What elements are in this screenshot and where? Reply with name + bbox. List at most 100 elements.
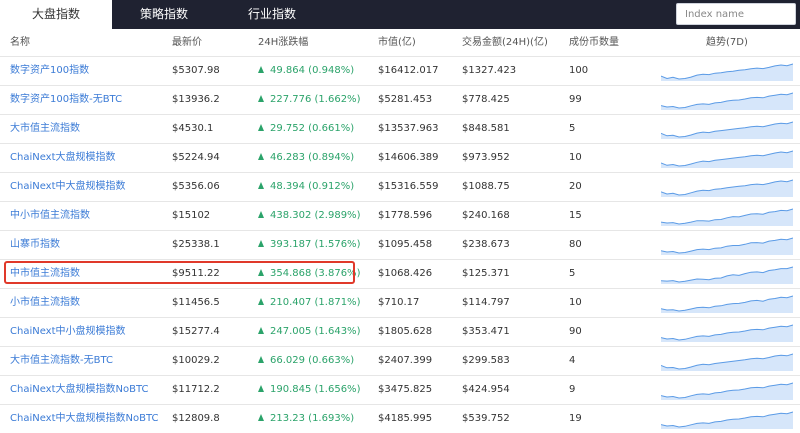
tab-strategy-index[interactable]: 策略指数 [112,0,216,29]
up-arrow-icon [258,385,264,392]
trading-volume-24h: $238.673 [462,239,510,250]
trend-sparkline [661,353,793,371]
table-row[interactable]: 山寨币指数 $25338.1 393.187 (1.576%) $1095.458 $2… [0,231,800,260]
change-24h-value: 227.776 (1.662%) [270,94,361,105]
change-24h: 49.864 (0.948%) [258,57,354,85]
column-header-trend: 趋势(7D) [706,37,748,48]
trading-volume-24h: $240.168 [462,210,510,221]
index-name-link[interactable]: 大市值主流指数-无BTC [10,347,113,375]
latest-price: $11712.2 [172,384,220,395]
change-24h-value: 438.302 (2.989%) [270,210,361,221]
table-row[interactable]: ChaiNext中小盘规模指数 $15277.4 247.005 (1.643%) $… [0,318,800,347]
index-name-link[interactable]: 中小市值主流指数 [10,202,90,230]
change-24h: 213.23 (1.693%) [258,405,354,433]
index-name-link[interactable]: 数字资产100指数-无BTC [10,86,122,114]
table-row[interactable]: 数字资产100指数-无BTC $13936.2 227.776 (1.662%) $5… [0,86,800,115]
table-row[interactable]: ChaiNext中大盘规模指数 $5356.06 48.394 (0.912%) $1… [0,173,800,202]
trading-volume-24h: $114.797 [462,297,510,308]
latest-price: $4530.1 [172,123,214,134]
trading-volume-24h: $1327.423 [462,65,517,76]
market-cap: $5281.453 [378,94,433,105]
table-row[interactable]: 大市值主流指数 $4530.1 29.752 (0.661%) $13537.963 $… [0,115,800,144]
market-cap: $15316.559 [378,181,439,192]
up-arrow-icon [258,211,264,218]
column-header-change[interactable]: 24H涨跌幅 [258,29,308,57]
index-name-link[interactable]: 大市值主流指数 [10,115,80,143]
change-24h: 227.776 (1.662%) [258,86,360,114]
market-cap: $3475.825 [378,384,433,395]
column-header-constituent-count[interactable]: 成份币数量 [569,29,619,57]
change-24h: 247.005 (1.643%) [258,318,360,346]
trading-volume-24h: $848.581 [462,123,510,134]
column-header-volume[interactable]: 交易金额(24H)(亿) [462,29,548,57]
up-arrow-icon [258,95,264,102]
latest-price: $25338.1 [172,239,220,250]
change-24h: 393.187 (1.576%) [258,231,360,259]
change-24h-value: 393.187 (1.576%) [270,239,361,250]
constituent-count: 99 [569,94,582,105]
index-name-link[interactable]: ChaiNext大盘规模指数 [10,144,116,172]
index-name-link[interactable]: ChaiNext中大盘规模指数 [10,173,126,201]
trend-sparkline [661,208,793,226]
column-header-name[interactable]: 名称 [10,29,30,57]
change-24h-value: 48.394 (0.912%) [270,181,355,192]
change-24h-value: 247.005 (1.643%) [270,326,361,337]
change-24h: 190.845 (1.656%) [258,376,360,404]
table-row[interactable]: ChaiNext中大盘规模指数NoBTC $12809.8 213.23 (1.69… [0,405,800,433]
tab-market-index[interactable]: 大盘指数 [0,0,112,29]
change-24h: 354.868 (3.876%) [258,260,360,288]
constituent-count: 10 [569,152,582,163]
change-24h: 29.752 (0.661%) [258,115,354,143]
index-name-link[interactable]: ChaiNext大盘规模指数NoBTC [10,376,149,404]
trend-sparkline [661,63,793,81]
market-cap: $1778.596 [378,210,433,221]
market-cap: $710.17 [378,297,420,308]
change-24h-value: 66.029 (0.663%) [270,355,355,366]
change-24h: 66.029 (0.663%) [258,347,354,375]
index-name-link[interactable]: 中市值主流指数 [10,260,80,288]
constituent-count: 15 [569,210,582,221]
tab-industry-index[interactable]: 行业指数 [216,0,328,29]
table-row[interactable]: 大市值主流指数-无BTC $10029.2 66.029 (0.663%) $2407… [0,347,800,376]
up-arrow-icon [258,269,264,276]
table-row[interactable]: ChaiNext大盘规模指数NoBTC $11712.2 190.845 (1.65… [0,376,800,405]
table-row[interactable]: ChaiNext大盘规模指数 $5224.94 46.283 (0.894%) $14… [0,144,800,173]
index-name-link[interactable]: ChaiNext中小盘规模指数 [10,318,126,346]
latest-price: $10029.2 [172,355,220,366]
trading-volume-24h: $353.471 [462,326,510,337]
index-name-link[interactable]: ChaiNext中大盘规模指数NoBTC [10,405,159,433]
table-row[interactable]: 中市值主流指数 $9511.22 354.868 (3.876%) $1068.426… [0,260,800,289]
index-name-link[interactable]: 小市值主流指数 [10,289,80,317]
trend-sparkline [661,121,793,139]
constituent-count: 5 [569,123,576,134]
change-24h: 438.302 (2.989%) [258,202,360,230]
trading-volume-24h: $778.425 [462,94,510,105]
latest-price: $13936.2 [172,94,220,105]
column-header-price[interactable]: 最新价 [172,29,202,57]
column-header-market-cap[interactable]: 市值(亿) [378,29,416,57]
up-arrow-icon [258,356,264,363]
constituent-count: 100 [569,65,589,76]
latest-price: $12809.8 [172,413,220,424]
constituent-count: 4 [569,355,576,366]
trading-volume-24h: $973.952 [462,152,510,163]
table-row[interactable]: 小市值主流指数 $11456.5 210.407 (1.871%) $710.17 $1… [0,289,800,318]
trend-sparkline [661,237,793,255]
change-24h: 48.394 (0.912%) [258,173,354,201]
market-cap: $4185.995 [378,413,433,424]
table-row[interactable]: 数字资产100指数 $5307.98 49.864 (0.948%) $16412.0… [0,57,800,86]
up-arrow-icon [258,327,264,334]
trend-sparkline [661,150,793,168]
index-name-link[interactable]: 山寨币指数 [10,231,60,259]
up-arrow-icon [258,414,264,421]
up-arrow-icon [258,298,264,305]
change-24h-value: 29.752 (0.661%) [270,123,355,134]
latest-price: $5356.06 [172,181,220,192]
index-search-input[interactable] [676,3,796,25]
index-name-link[interactable]: 数字资产100指数 [10,57,89,85]
table-row[interactable]: 中小市值主流指数 $15102 438.302 (2.989%) $1778.596 $… [0,202,800,231]
change-24h-value: 213.23 (1.693%) [270,413,355,424]
latest-price: $5307.98 [172,65,220,76]
constituent-count: 9 [569,384,576,395]
latest-price: $15277.4 [172,326,220,337]
